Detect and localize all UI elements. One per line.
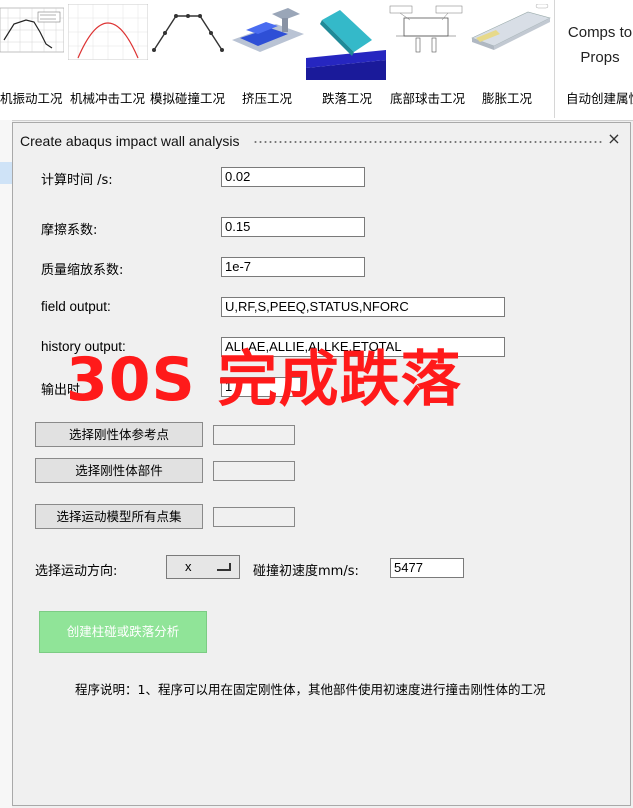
ribbon-label: 跌落工况 <box>322 91 373 106</box>
select-all-nodes-button[interactable]: 选择运动模型所有点集 <box>35 504 203 529</box>
half-sine-chart-icon <box>68 4 148 60</box>
dialog-drag-handle[interactable] <box>253 140 603 144</box>
mass-scale-input[interactable]: 1e-7 <box>221 257 365 277</box>
calc-time-input[interactable]: 0.02 <box>221 167 365 187</box>
create-analysis-button[interactable]: 创建柱碰或跌落分析 <box>39 611 207 653</box>
left-panel <box>0 120 12 808</box>
select-rigid-part-button[interactable]: 选择刚性体部件 <box>35 458 203 483</box>
ribbon-toolbar: 机振动工况 机械冲击工况 模拟碰撞工况 挤压工况 跌落工况 底部球击工况 膨胀工… <box>0 0 633 121</box>
ribbon-label: 底部球击工况 <box>390 91 466 106</box>
impact-wall-dialog: Create abaqus impact wall analysis × 计算时… <box>12 122 631 806</box>
vibration-chart-icon <box>0 7 64 53</box>
ball-strike-diagram-icon <box>386 4 466 60</box>
ribbon-label: 机械冲击工况 <box>70 91 146 106</box>
friction-input[interactable]: 0.15 <box>221 217 365 237</box>
swelling-cell-icon <box>466 4 552 60</box>
all-nodes-field[interactable] <box>213 507 295 527</box>
dialog-title: Create abaqus impact wall analysis <box>20 133 240 149</box>
rigid-part-field[interactable] <box>213 461 295 481</box>
field-output-input[interactable]: U,RF,S,PEEQ,STATUS,NFORC <box>221 297 505 317</box>
ribbon-item-drop[interactable]: 跌落工况 <box>306 0 386 112</box>
crush-model-icon <box>226 4 306 60</box>
mass-scale-label: 质量缩放系数: <box>41 263 124 278</box>
comps-line2: Props <box>580 49 620 66</box>
drop-model-icon <box>306 10 386 80</box>
promo-overlay-text: 30S 完成跌落 <box>66 345 462 415</box>
ribbon-item-mech-shock[interactable]: 机械冲击工况 <box>66 0 148 112</box>
ribbon-item-crush[interactable]: 挤压工况 <box>226 0 306 112</box>
dropdown-arrow-icon <box>217 563 231 571</box>
comps-to-props-button[interactable]: Comps to Props <box>560 20 633 70</box>
ref-point-field[interactable] <box>213 425 295 445</box>
calc-time-label: 计算时间 /s: <box>41 173 113 188</box>
close-icon[interactable]: × <box>605 130 623 148</box>
direction-value: x <box>185 559 192 574</box>
ribbon-label: 机振动工况 <box>0 91 63 106</box>
velocity-input[interactable]: 5477 <box>390 558 464 578</box>
auto-create-props-label[interactable]: 自动创建属性 <box>566 88 633 107</box>
ribbon-separator <box>554 0 555 118</box>
ribbon-item-collision[interactable]: 模拟碰撞工况 <box>146 0 226 112</box>
ribbon-label: 模拟碰撞工况 <box>150 91 226 106</box>
field-output-label: field output: <box>41 299 111 314</box>
velocity-label: 碰撞初速度mm/s: <box>253 564 359 579</box>
ribbon-item-vibration[interactable]: 机振动工况 <box>0 0 66 112</box>
comps-line1: Comps to <box>567 24 633 41</box>
direction-label: 选择运动方向: <box>35 564 118 579</box>
left-panel-selection[interactable] <box>0 162 12 184</box>
collision-trapezoid-icon <box>150 4 226 60</box>
ribbon-label: 挤压工况 <box>242 91 293 106</box>
ribbon-item-swelling[interactable]: 膨胀工况 <box>466 0 552 112</box>
select-ref-point-button[interactable]: 选择刚性体参考点 <box>35 422 203 447</box>
friction-label: 摩擦系数: <box>41 223 98 238</box>
ribbon-item-ball-strike[interactable]: 底部球击工况 <box>386 0 466 112</box>
direction-select[interactable]: x <box>166 555 240 579</box>
ribbon-label: 膨胀工况 <box>482 91 533 106</box>
program-note: 程序说明：1、程序可以用在固定刚性体，其他部件使用初速度进行撞击刚性体的工况 <box>75 682 546 697</box>
